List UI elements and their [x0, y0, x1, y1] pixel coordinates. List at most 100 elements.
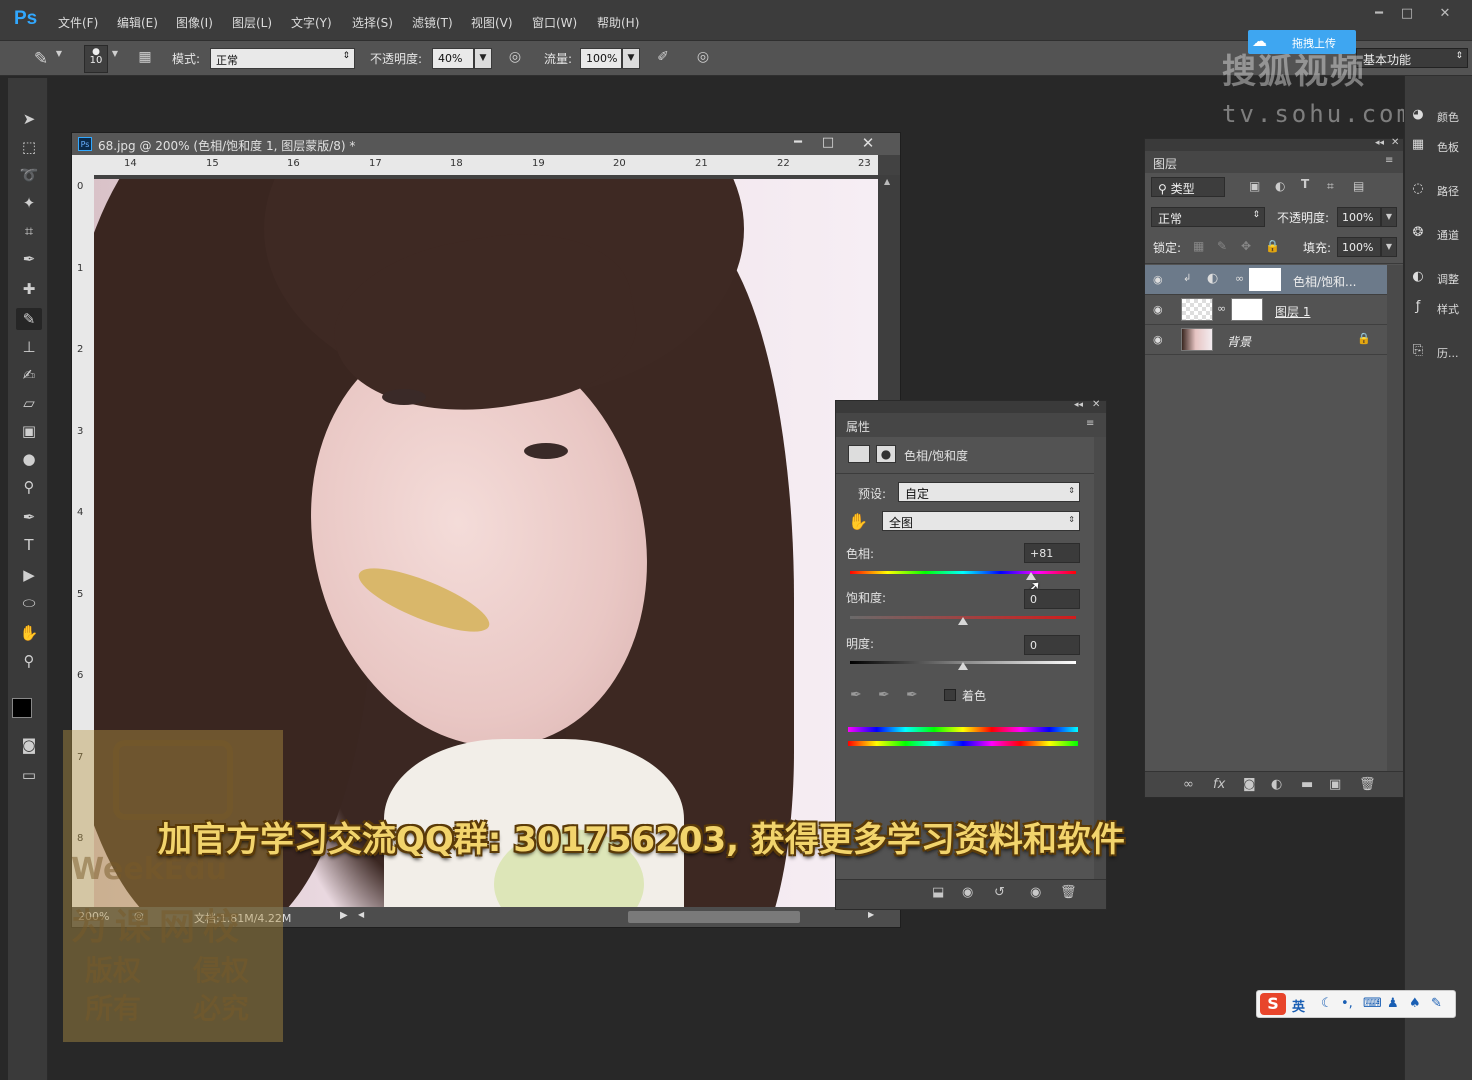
eye-icon[interactable]: ◉: [1153, 303, 1163, 316]
targeted-adjustment-hand-icon[interactable]: ✋: [848, 512, 868, 531]
layer-filter-select[interactable]: ⚲ 类型: [1151, 177, 1225, 197]
dodge-tool-icon[interactable]: ⚲: [16, 476, 42, 498]
layer-thumbnail[interactable]: [1181, 298, 1213, 321]
adjustment-icon[interactable]: [848, 445, 870, 463]
trash-icon[interactable]: 🗑: [1359, 777, 1376, 792]
menu-help[interactable]: 帮助(H): [597, 14, 639, 31]
fill-dropdown[interactable]: ▼: [1381, 237, 1397, 257]
clone-stamp-tool-icon[interactable]: ⊥: [16, 336, 42, 358]
workspace-select[interactable]: 基本功能 ⇕: [1356, 48, 1468, 68]
collapse-icon[interactable]: ◂◂: [1074, 400, 1083, 410]
menu-filter[interactable]: 滤镜(T): [412, 14, 453, 31]
eye-icon[interactable]: ◉: [1153, 333, 1163, 346]
layer-opacity-dropdown[interactable]: ▼: [1381, 207, 1397, 227]
filter-adjustment-icon[interactable]: ◐: [1275, 179, 1285, 193]
close-icon[interactable]: ✕: [1092, 399, 1100, 410]
filter-pixel-icon[interactable]: ▣: [1249, 179, 1260, 193]
move-tool-icon[interactable]: ➤: [16, 108, 42, 130]
close-icon[interactable]: ✕: [1391, 137, 1399, 148]
scroll-right-icon[interactable]: ▶: [868, 910, 874, 919]
hand-tool-icon[interactable]: ✋: [16, 622, 42, 644]
lock-pixels-icon[interactable]: ✎: [1217, 239, 1227, 253]
blur-tool-icon[interactable]: ●: [16, 448, 42, 470]
menu-layer[interactable]: 图层(L): [232, 14, 272, 31]
range-select[interactable]: 全图 ⇕: [882, 511, 1080, 531]
brush-panel-icon[interactable]: ▦: [134, 49, 156, 69]
scroll-left-icon[interactable]: ◀: [358, 910, 364, 919]
brush-tool-preset-icon[interactable]: ✎: [30, 49, 52, 69]
mask-icon[interactable]: ●: [876, 445, 896, 463]
menu-edit[interactable]: 编辑(E): [117, 14, 158, 31]
quick-mask-icon[interactable]: ◙: [16, 734, 42, 756]
pen-tool-icon[interactable]: ✒: [16, 506, 42, 528]
gradient-tool-icon[interactable]: ▣: [16, 420, 42, 442]
filter-type-icon[interactable]: T: [1301, 177, 1309, 191]
menu-select[interactable]: 选择(S): [352, 14, 393, 31]
opacity-dropdown[interactable]: ▼: [474, 48, 492, 69]
ellipse-tool-icon[interactable]: ⬭: [16, 592, 42, 614]
close-document-button[interactable]: ✕: [854, 134, 882, 152]
dock-styles[interactable]: ƒ 样式: [1407, 296, 1471, 320]
new-group-icon[interactable]: ▬: [1301, 777, 1313, 792]
eyedropper-icon[interactable]: ✒: [850, 687, 862, 703]
trash-icon[interactable]: 🗑: [1060, 885, 1077, 900]
layers-scrollbar[interactable]: [1387, 265, 1403, 771]
preset-select[interactable]: 自定 ⇕: [898, 482, 1080, 502]
tab-layers[interactable]: 图层: [1153, 155, 1177, 172]
filter-smart-object-icon[interactable]: ▤: [1353, 179, 1364, 193]
menu-type[interactable]: 文字(Y): [291, 14, 332, 31]
layer-mask-thumbnail[interactable]: [1249, 268, 1281, 291]
document-titlebar[interactable]: Ps 68.jpg @ 200% (色相/饱和度 1, 图层蒙版/8) * ━ …: [72, 133, 900, 155]
brush-size-picker[interactable]: ● 10: [84, 45, 108, 73]
blend-mode-select[interactable]: 正常 ⇕: [1151, 207, 1265, 227]
layer-opacity-input[interactable]: 100%: [1337, 207, 1381, 227]
menu-view[interactable]: 视图(V): [471, 14, 513, 31]
mode-select[interactable]: 正常 ⇕: [210, 48, 355, 69]
eyedropper-plus-icon[interactable]: ✒: [878, 687, 890, 703]
screen-mode-icon[interactable]: ▭: [16, 764, 42, 786]
dock-color[interactable]: ◕ 颜色: [1407, 104, 1471, 128]
layer-row-background[interactable]: ◉ 背景 🔒: [1145, 325, 1387, 355]
skin-icon[interactable]: ♠: [1409, 996, 1421, 1011]
menu-window[interactable]: 窗口(W): [532, 14, 577, 31]
fx-icon[interactable]: fx: [1213, 777, 1225, 792]
type-tool-icon[interactable]: T: [16, 534, 42, 556]
lightness-input[interactable]: 0: [1024, 635, 1080, 655]
saturation-input[interactable]: 0: [1024, 589, 1080, 609]
flow-dropdown[interactable]: ▼: [622, 48, 640, 69]
keyboard-icon[interactable]: ⌨: [1363, 996, 1382, 1011]
horizontal-scroll-thumb[interactable]: [628, 911, 800, 923]
collapse-icon[interactable]: ◂◂: [1375, 138, 1384, 148]
marquee-tool-icon[interactable]: ⬚: [16, 136, 42, 158]
panel-menu-icon[interactable]: ≡: [1086, 418, 1094, 429]
pressure-size-icon[interactable]: ◎: [692, 49, 714, 69]
lock-all-icon[interactable]: 🔒: [1265, 239, 1280, 253]
minimize-app-button[interactable]: ━: [1366, 6, 1392, 26]
panel-header[interactable]: ◂◂ ✕: [836, 399, 1106, 413]
eyedropper-minus-icon[interactable]: ✒: [906, 687, 918, 703]
eye-icon[interactable]: ◉: [1153, 273, 1163, 286]
punctuation-icon[interactable]: •,: [1341, 996, 1353, 1011]
crop-tool-icon[interactable]: ⌗: [16, 220, 42, 242]
close-app-button[interactable]: ✕: [1432, 6, 1458, 26]
chevron-down-icon[interactable]: ▼: [108, 49, 122, 69]
ruler-horizontal[interactable]: 14 15 16 17 18 19 20 21 22 23: [94, 155, 878, 175]
ruler-origin[interactable]: [72, 155, 94, 175]
new-layer-icon[interactable]: ▣: [1329, 777, 1341, 792]
panel-menu-icon[interactable]: ≡: [1385, 155, 1393, 166]
status-menu-icon[interactable]: ▶: [340, 910, 348, 921]
healing-brush-tool-icon[interactable]: ✚: [16, 278, 42, 300]
lasso-tool-icon[interactable]: ➰: [16, 164, 42, 186]
pressure-opacity-icon[interactable]: ◎: [504, 49, 526, 69]
layer-row-hue-saturation[interactable]: ◉ ↲ ◐ ∞ 色相/饱和...: [1145, 265, 1387, 295]
airbrush-icon[interactable]: ✐: [652, 49, 674, 69]
scroll-up-icon[interactable]: ▲: [884, 177, 890, 186]
eyedropper-tool-icon[interactable]: ✒: [16, 248, 42, 270]
hue-slider[interactable]: [850, 571, 1076, 574]
hue-input[interactable]: +81: [1024, 543, 1080, 563]
panel-header[interactable]: ◂◂ ✕: [1145, 137, 1403, 151]
dock-paths[interactable]: ◌ 路径: [1407, 178, 1471, 202]
link-layers-icon[interactable]: ∞: [1183, 777, 1194, 792]
foreground-color-swatch[interactable]: [12, 698, 32, 718]
chevron-down-icon[interactable]: ▼: [52, 49, 66, 69]
